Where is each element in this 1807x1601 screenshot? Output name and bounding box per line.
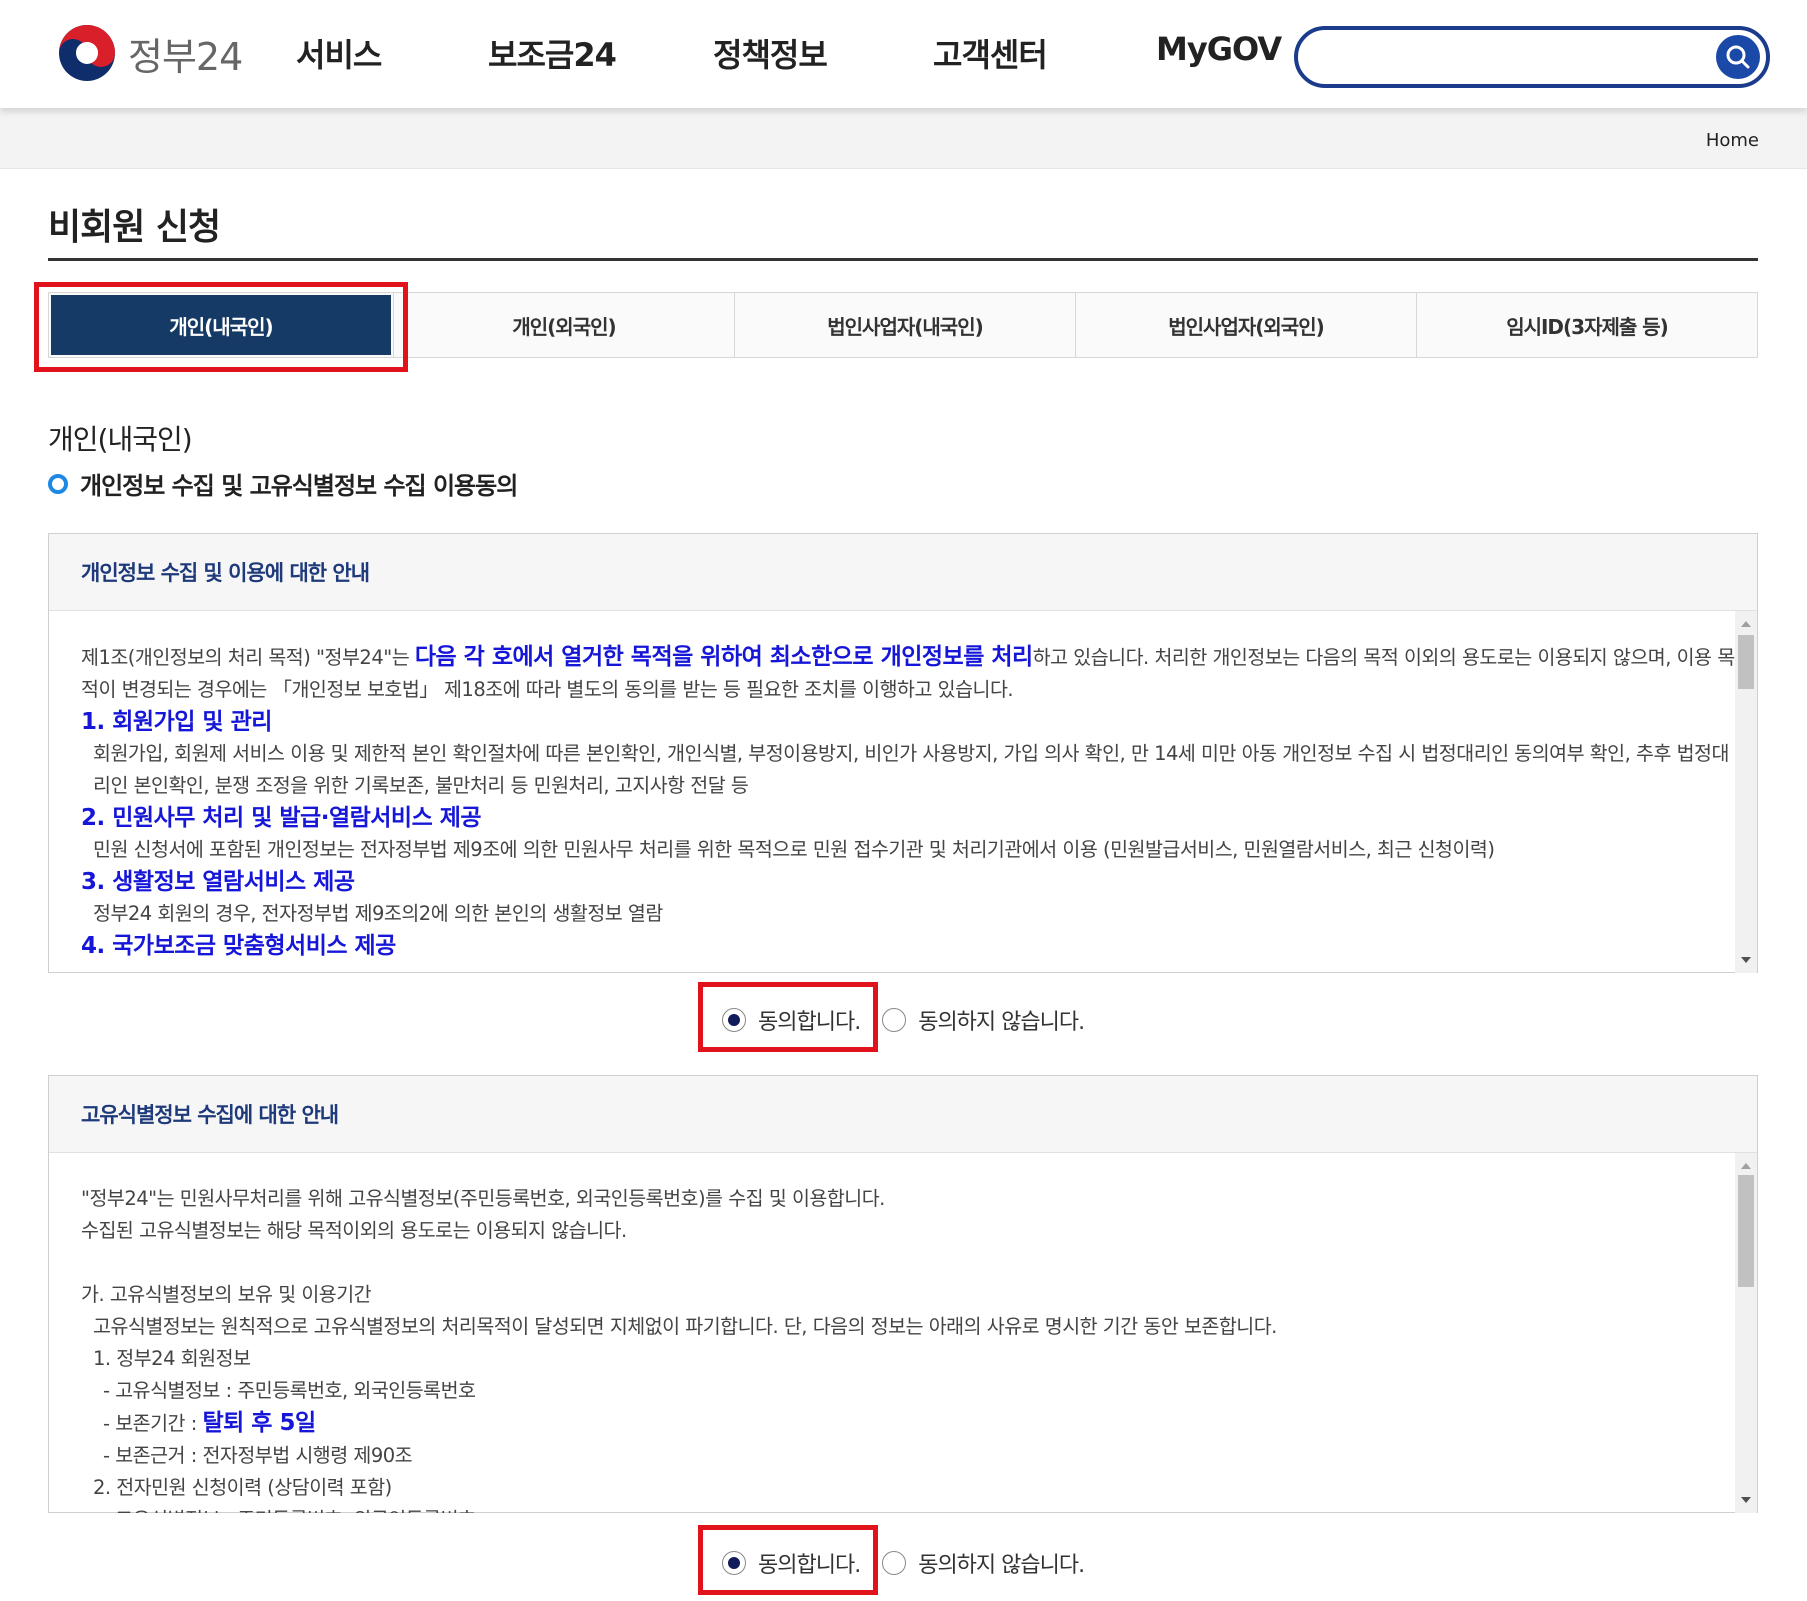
scroll-thumb[interactable] (1738, 1175, 1754, 1287)
agree-label: 동의합니다. (758, 1553, 861, 1578)
privacy-intro: 제1조(개인정보의 처리 목적) "정부24"는 다음 각 호에서 열거한 목적… (81, 641, 1741, 706)
breadcrumb: Home (0, 108, 1807, 169)
unique-id-line: "정부24"는 민원사무처리를 위해 고유식별정보(주민등록번호, 외국인등록번… (81, 1187, 885, 1210)
scroll-down-arrow-icon[interactable] (1741, 1497, 1751, 1503)
privacy-item-desc: 회원가입, 회원제 서비스 이용 및 제한적 본인 확인절차에 따른 본인확인,… (93, 742, 1729, 797)
nav-customer-center[interactable]: 고객센터 (933, 30, 1048, 76)
privacy-item-desc: 정부24 회원의 경우, 전자정부법 제9조의2에 의한 본인의 생활정보 열람 (93, 902, 663, 925)
search-input[interactable] (1316, 38, 1690, 78)
privacy-item-title: 1. 회원가입 및 관리 (81, 709, 272, 735)
taegeuk-logo-icon (59, 25, 115, 81)
unique-id-sub-item: - 고유식별정보 : 주민등록번호, 외국인등록번호 (103, 1379, 476, 1402)
agree-label: 동의합니다. (758, 1010, 861, 1035)
breadcrumb-home[interactable]: Home (1706, 130, 1759, 151)
scroll-down-arrow-icon[interactable] (1741, 957, 1751, 963)
unique-id-sub-item: - 보존기간 : 탈퇴 후 5일 (81, 1407, 1741, 1440)
nav-policy-info[interactable]: 정책정보 (713, 30, 828, 76)
unique-id-section-title: 가. 고유식별정보의 보유 및 이용기간 (81, 1283, 372, 1306)
site-logo[interactable]: 정부24 (56, 22, 243, 84)
unique-id-line: 수집된 고유식별정보는 해당 목적이외의 용도로는 이용되지 않습니다. (81, 1219, 627, 1242)
tab-individual-domestic[interactable]: 개인(내국인) (51, 295, 391, 355)
radio-checked-icon (722, 1551, 746, 1575)
radio-checked-icon (722, 1008, 746, 1032)
unique-id-sub-item: - 보존근거 : 전자정부법 시행령 제90조 (103, 1444, 413, 1467)
unique-id-notice-heading: 고유식별정보 수집에 대한 안내 (49, 1076, 1757, 1153)
unique-id-disagree-radio[interactable]: 동의하지 않습니다. (882, 1547, 1085, 1579)
privacy-disagree-radio[interactable]: 동의하지 않습니다. (882, 1004, 1085, 1036)
search-box (1294, 26, 1770, 88)
logo-text: 정부24 (128, 34, 243, 79)
privacy-item-title: 2. 민원사무 처리 및 발급·열람서비스 제공 (81, 805, 482, 831)
radio-unchecked-icon (882, 1551, 907, 1575)
privacy-notice-scroll[interactable]: 제1조(개인정보의 처리 목적) "정부24"는 다음 각 호에서 열거한 목적… (49, 611, 1757, 973)
tab-individual-foreign[interactable]: 개인(외국인) (393, 293, 734, 357)
title-divider (48, 258, 1758, 261)
retention-emphasis: 탈퇴 후 5일 (202, 1410, 316, 1436)
nav-mygov[interactable]: MyGOV (1156, 30, 1282, 68)
privacy-notice-heading: 개인정보 수집 및 이용에 대한 안내 (49, 534, 1757, 611)
unique-id-section-desc: 고유식별정보는 원칙적으로 고유식별정보의 처리목적이 달성되면 지체없이 파기… (93, 1315, 1277, 1338)
retention-label: - 보존기간 : (103, 1412, 203, 1435)
scroll-up-arrow-icon[interactable] (1741, 1163, 1751, 1169)
privacy-scrollbar[interactable] (1735, 611, 1757, 973)
unique-id-scrollbar[interactable] (1735, 1153, 1757, 1513)
search-icon (1726, 45, 1750, 69)
unique-id-notice-scroll[interactable]: "정부24"는 민원사무처리를 위해 고유식별정보(주민등록번호, 외국인등록번… (49, 1153, 1757, 1513)
top-header: 정부24 서비스 보조금24 정책정보 고객센터 MyGOV (0, 0, 1807, 108)
tab-temporary-id[interactable]: 임시ID(3자제출 등) (1416, 293, 1757, 357)
unique-id-notice-content: "정부24"는 민원사무처리를 위해 고유식별정보(주민등록번호, 외국인등록번… (81, 1183, 1741, 1513)
privacy-notice-box: 개인정보 수집 및 이용에 대한 안내 제1조(개인정보의 처리 목적) "정부… (48, 533, 1758, 973)
unique-id-notice-box: 고유식별정보 수집에 대한 안내 "정부24"는 민원사무처리를 위해 고유식별… (48, 1075, 1758, 1513)
radio-unchecked-icon (882, 1008, 907, 1032)
privacy-item-desc: 민원 신청서에 포함된 개인정보는 전자정부법 제9조에 의한 민원사무 처리를… (93, 838, 1495, 861)
unique-id-sub-title: 2. 전자민원 신청이력 (상담이력 포함) (93, 1476, 392, 1499)
privacy-consent-options: 동의합니다. 동의하지 않습니다. (722, 1004, 1106, 1036)
tab-corporate-domestic[interactable]: 법인사업자(내국인) (734, 293, 1075, 357)
page-title: 비회원 신청 (48, 207, 221, 248)
bullet-ring-icon (48, 473, 68, 494)
disagree-label: 동의하지 않습니다. (918, 1010, 1085, 1035)
scroll-up-arrow-icon[interactable] (1741, 621, 1751, 627)
section-title: 개인(내국인) (48, 423, 193, 456)
privacy-intro-emphasis: 다음 각 호에서 열거한 목적을 위하여 최소한으로 개인정보를 처리 (414, 644, 1033, 670)
applicant-type-tabs: 개인(내국인) 개인(외국인) 법인사업자(내국인) 법인사업자(외국인) 임시… (48, 292, 1758, 358)
privacy-notice-content: 제1조(개인정보의 처리 목적) "정부24"는 다음 각 호에서 열거한 목적… (81, 641, 1741, 962)
consent-subtitle-text: 개인정보 수집 및 고유식별정보 수집 이용동의 (80, 472, 518, 500)
disagree-label: 동의하지 않습니다. (918, 1553, 1085, 1578)
tab-corporate-foreign[interactable]: 법인사업자(외국인) (1075, 293, 1416, 357)
nav-subsidy24[interactable]: 보조금24 (488, 30, 617, 76)
privacy-intro-text-1: 제1조(개인정보의 처리 목적) "정부24"는 (81, 646, 415, 669)
unique-id-consent-options: 동의합니다. 동의하지 않습니다. (722, 1547, 1106, 1579)
privacy-item-title: 4. 국가보조금 맞춤형서비스 제공 (81, 933, 396, 959)
search-button[interactable] (1716, 35, 1760, 79)
nav-services[interactable]: 서비스 (296, 30, 382, 76)
unique-id-sub-title: 1. 정부24 회원정보 (93, 1347, 251, 1370)
unique-id-agree-radio[interactable]: 동의합니다. (722, 1547, 861, 1579)
unique-id-sub-item: - 고유식별정보 : 주민등록번호, 외국인등록번호 (81, 1504, 1741, 1513)
privacy-agree-radio[interactable]: 동의합니다. (722, 1004, 861, 1036)
privacy-item-title: 3. 생활정보 열람서비스 제공 (81, 869, 355, 895)
consent-subtitle: 개인정보 수집 및 고유식별정보 수집 이용동의 (48, 466, 518, 501)
scroll-thumb[interactable] (1738, 635, 1754, 689)
